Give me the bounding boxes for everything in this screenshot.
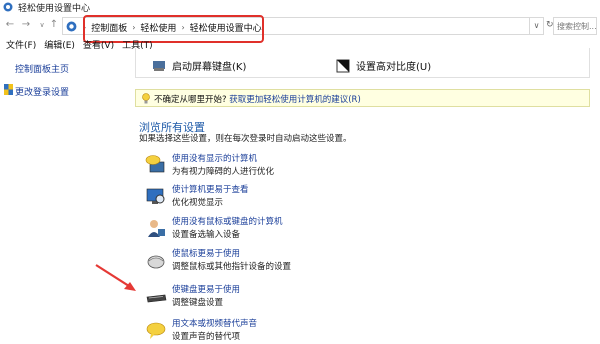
menu-edit[interactable]: 编辑(E) [44, 38, 75, 52]
option-keyboard-easier[interactable]: 使键盘更易于使用 调整键盘设置 [145, 283, 445, 311]
user-icon [148, 220, 165, 237]
menu-bar: 文件(F) 编辑(E) 查看(V) 工具(T) [0, 38, 153, 52]
option-keyboard-easier-title[interactable]: 使键盘更易于使用 [172, 283, 240, 295]
quick-access-panel: 启动屏幕键盘(K) 设置高对比度(U) [135, 48, 590, 78]
sidebar-link-control-panel-home[interactable]: 控制面板主页 [15, 62, 69, 75]
speech-bubble-icon [146, 322, 166, 339]
keyboard-icon [146, 294, 167, 303]
start-on-screen-keyboard-label: 启动屏幕键盘(K) [172, 62, 247, 73]
window-title: 轻松使用设置中心 [18, 4, 91, 14]
option-no-mouse-keyboard-desc: 设置备选输入设备 [172, 230, 241, 240]
sidebar-link-change-signin-settings[interactable]: 更改登录设置 [15, 85, 69, 98]
menu-view[interactable]: 查看(V) [83, 38, 114, 52]
search-placeholder: 搜索控制... [557, 22, 597, 31]
option-mouse-easier[interactable]: 使鼠标更易于使用 调整鼠标或其他指针设备的设置 [145, 247, 445, 275]
option-no-mouse-keyboard-title[interactable]: 使用没有鼠标或键盘的计算机 [172, 215, 283, 227]
option-easier-to-see-desc: 优化视觉显示 [172, 198, 224, 208]
mouse-icon [147, 255, 165, 269]
option-mouse-easier-title[interactable]: 使鼠标更易于使用 [172, 247, 240, 259]
option-no-display[interactable]: 使用没有显示的计算机 为有视力障碍的人进行优化 [145, 152, 445, 180]
option-easier-to-see-title[interactable]: 使计算机更易于查看 [172, 183, 249, 195]
start-on-screen-keyboard[interactable]: 启动屏幕键盘(K) [152, 58, 246, 73]
shield-icon [4, 84, 13, 95]
forward-arrow-icon[interactable]: → [20, 19, 32, 31]
address-dropdown-icon[interactable]: ∨ [530, 17, 544, 35]
up-arrow-icon[interactable]: ↑ [48, 19, 60, 31]
recent-pages-icon[interactable]: ∨ [36, 19, 48, 31]
hint-bar: 不确定从哪里开始? 获取更加轻松使用计算机的建议(R) [135, 89, 590, 107]
option-text-for-sound[interactable]: 用文本或视频替代声音 设置声音的替代项 [145, 317, 445, 344]
hint-suggestions-link[interactable]: 获取更加轻松使用计算机的建议(R) [229, 95, 361, 105]
option-no-mouse-keyboard[interactable]: 使用没有鼠标或键盘的计算机 设置备选输入设备 [145, 215, 445, 243]
main-content: 启动屏幕键盘(K) 设置高对比度(U) 不确定从哪里开始? 获取更加轻松使用计算… [125, 48, 600, 344]
menu-file[interactable]: 文件(F) [6, 38, 36, 52]
search-input[interactable]: 搜索控制... [553, 17, 597, 35]
option-text-for-sound-desc: 设置声音的替代项 [172, 332, 241, 342]
sidebar: 控制面板主页 更改登录设置 [0, 52, 125, 344]
option-no-display-desc: 为有视力障碍的人进行优化 [172, 167, 275, 177]
option-no-display-title[interactable]: 使用没有显示的计算机 [172, 152, 257, 164]
section-description: 如果选择这些设置，则在每次登录时自动启动这些设置。 [139, 134, 352, 144]
option-text-for-sound-title[interactable]: 用文本或视频替代声音 [172, 317, 257, 329]
lightbulb-icon [142, 93, 150, 104]
navigation-bar: ← → ∨ ↑ › 控制面板 › 轻松使用 › 轻松使用设置中心 ∨ ↻ 搜索控… [0, 14, 600, 43]
window: 轻松使用设置中心 ← → ∨ ↑ › 控制面板 › 轻松使用 › 轻松使用设置中… [0, 0, 600, 344]
control-panel-icon [66, 21, 77, 32]
option-keyboard-easier-desc: 调整键盘设置 [172, 298, 224, 308]
title-bar: 轻松使用设置中心 [0, 0, 600, 14]
option-easier-to-see[interactable]: 使计算机更易于查看 优化视觉显示 [145, 183, 445, 211]
hint-text: 不确定从哪里开始? 获取更加轻松使用计算机的建议(R) [154, 93, 361, 105]
speech-monitor-icon [145, 155, 165, 173]
magnifier-monitor-icon [146, 188, 165, 204]
annotation-arrow-icon [95, 264, 136, 291]
control-panel-icon [3, 2, 13, 12]
keyboard-icon [153, 60, 165, 71]
high-contrast-icon [336, 59, 350, 72]
back-arrow-icon[interactable]: ← [4, 19, 16, 31]
hint-prefix: 不确定从哪里开始? [154, 95, 227, 105]
option-mouse-easier-desc: 调整鼠标或其他指针设备的设置 [172, 262, 292, 272]
set-high-contrast[interactable]: 设置高对比度(U) [336, 58, 431, 73]
set-high-contrast-label: 设置高对比度(U) [356, 62, 432, 73]
